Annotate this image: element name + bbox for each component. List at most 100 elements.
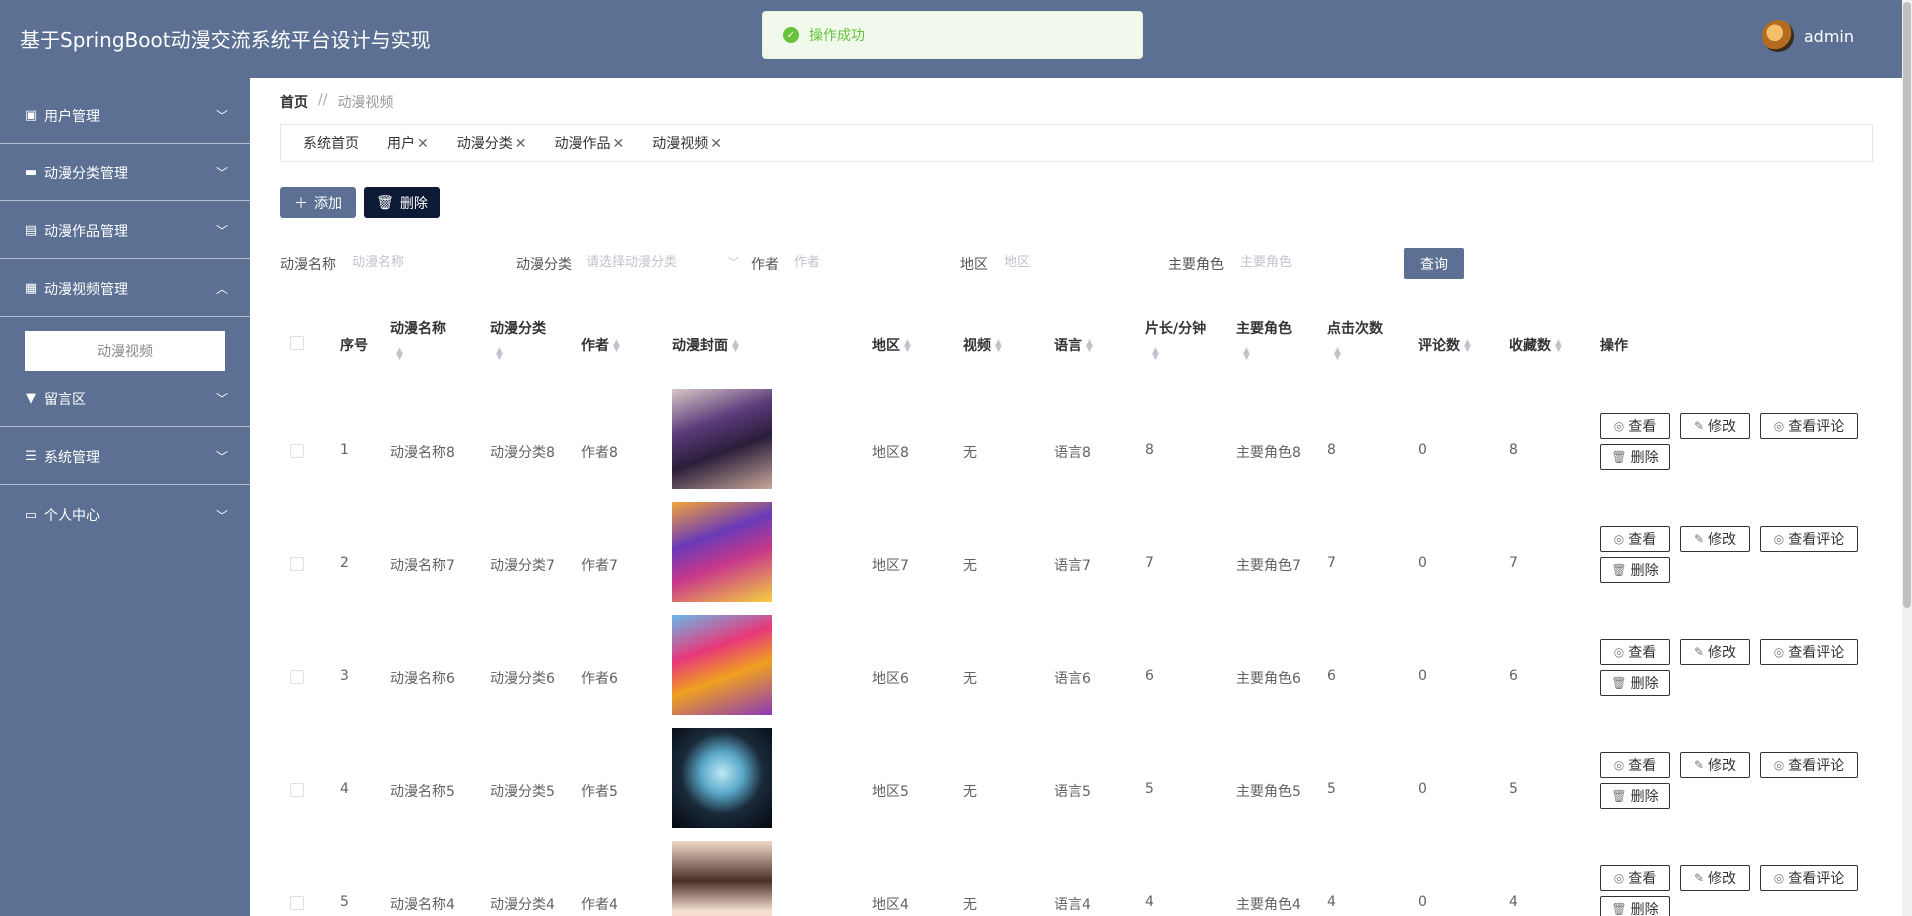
sort-icon[interactable]: ▲ ▼: [1555, 339, 1562, 354]
cell-region: 地区4: [872, 897, 909, 913]
row-checkbox[interactable]: [290, 557, 304, 571]
cover-image[interactable]: [672, 728, 772, 828]
chevron-down-icon[interactable]: ﹀: [728, 254, 739, 270]
col-name[interactable]: 动漫名称: [390, 318, 446, 338]
sort-icon[interactable]: ▲ ▼: [613, 339, 620, 354]
sort-icon[interactable]: ▲ ▼: [1334, 347, 1341, 362]
delete-row-button[interactable]: 🗑 删除: [1600, 896, 1670, 916]
sort-icon[interactable]: ▲ ▼: [396, 347, 403, 362]
batch-delete-button[interactable]: 🗑 删除: [364, 187, 440, 218]
col-language[interactable]: 语言 ▲ ▼: [1054, 335, 1093, 355]
sort-icon[interactable]: ▲ ▼: [1152, 347, 1159, 362]
close-icon[interactable]: ✕: [417, 136, 429, 152]
view-comments-button[interactable]: ◎ 查看评论: [1760, 413, 1858, 439]
cell-category: 动漫分类7: [490, 558, 555, 574]
col-length[interactable]: 片长/分钟: [1145, 318, 1206, 338]
tab-user[interactable]: 用户 ✕: [387, 133, 429, 153]
col-author[interactable]: 作者 ▲ ▼: [581, 335, 620, 355]
role-search-input[interactable]: [1240, 246, 1390, 278]
view-button[interactable]: ◎ 查看: [1600, 639, 1670, 665]
sidebar-item-personal-center[interactable]: ▭ 个人中心 ﹀: [0, 487, 250, 543]
tab-category[interactable]: 动漫分类 ✕: [457, 133, 527, 153]
category-select[interactable]: [586, 246, 736, 278]
delete-row-button[interactable]: 🗑 删除: [1600, 444, 1670, 470]
delete-row-button[interactable]: 🗑 删除: [1600, 557, 1670, 583]
author-search-input[interactable]: [794, 246, 944, 278]
edit-button[interactable]: ✎ 修改: [1680, 865, 1750, 891]
query-button[interactable]: 查询: [1404, 248, 1464, 279]
tab-works[interactable]: 动漫作品 ✕: [554, 133, 624, 153]
sort-icon[interactable]: ▲ ▼: [904, 339, 911, 354]
cover-image[interactable]: [672, 502, 772, 602]
col-region[interactable]: 地区 ▲ ▼: [872, 335, 911, 355]
sidebar-item-label: 个人中心: [44, 508, 100, 524]
cell-clicks: 4: [1327, 894, 1336, 910]
select-all-checkbox[interactable]: [290, 336, 304, 350]
col-clicks[interactable]: 点击次数: [1327, 318, 1383, 338]
cell-length: 4: [1145, 894, 1154, 910]
cell-region: 地区7: [872, 558, 909, 574]
row-checkbox[interactable]: [290, 783, 304, 797]
view-comments-button[interactable]: ◎ 查看评论: [1760, 639, 1858, 665]
name-search-input[interactable]: [352, 246, 502, 278]
edit-button[interactable]: ✎ 修改: [1680, 526, 1750, 552]
sort-icon[interactable]: ▲ ▼: [1243, 347, 1250, 362]
cell-favorites: 8: [1509, 442, 1518, 458]
close-icon[interactable]: ✕: [612, 136, 624, 152]
cover-image[interactable]: [672, 615, 772, 715]
col-video[interactable]: 视频 ▲ ▼: [963, 335, 1002, 355]
row-checkbox[interactable]: [290, 670, 304, 684]
add-button[interactable]: ＋ 添加: [280, 187, 356, 218]
cell-name: 动漫名称4: [390, 897, 455, 913]
view-comments-button[interactable]: ◎ 查看评论: [1760, 526, 1858, 552]
cell-length: 8: [1145, 442, 1154, 458]
col-category[interactable]: 动漫分类: [490, 318, 546, 338]
sidebar-item-message-board[interactable]: ▼ 留言区 ﹀: [0, 371, 250, 427]
view-button[interactable]: ◎ 查看: [1600, 865, 1670, 891]
row-checkbox[interactable]: [290, 444, 304, 458]
tab-video[interactable]: 动漫视频 ✕: [652, 133, 722, 153]
cover-image[interactable]: [672, 841, 772, 916]
close-icon[interactable]: ✕: [515, 136, 527, 152]
sidebar-item-category-management[interactable]: ▬ 动漫分类管理 ﹀: [0, 145, 250, 201]
view-comments-button-label: 查看评论: [1788, 419, 1845, 435]
sidebar-item-video-management[interactable]: ▦ 动漫视频管理 ︿: [0, 261, 250, 317]
tab-home[interactable]: 系统首页: [303, 133, 359, 153]
scrollbar-thumb[interactable]: [1903, 2, 1911, 608]
name-search-label: 动漫名称: [280, 257, 336, 273]
edit-button[interactable]: ✎ 修改: [1680, 413, 1750, 439]
delete-row-button[interactable]: 🗑 删除: [1600, 670, 1670, 696]
sort-icon[interactable]: ▲ ▼: [1464, 339, 1471, 354]
col-comments[interactable]: 评论数 ▲ ▼: [1418, 335, 1471, 355]
col-favorites[interactable]: 收藏数 ▲ ▼: [1509, 335, 1562, 355]
cover-image[interactable]: [672, 389, 772, 489]
user-name[interactable]: admin: [1804, 27, 1854, 46]
region-search-input[interactable]: [1004, 246, 1154, 278]
eye-icon: ◎: [1773, 758, 1785, 772]
avatar[interactable]: [1761, 20, 1794, 52]
sort-icon[interactable]: ▲ ▼: [496, 347, 503, 362]
view-comments-button[interactable]: ◎ 查看评论: [1760, 865, 1858, 891]
col-cover[interactable]: 动漫封面 ▲ ▼: [672, 335, 739, 355]
breadcrumb-home[interactable]: 首页: [280, 92, 308, 112]
view-button[interactable]: ◎ 查看: [1600, 752, 1670, 778]
delete-row-button[interactable]: 🗑 删除: [1600, 783, 1670, 809]
row-checkbox[interactable]: [290, 896, 304, 910]
sidebar-item-system-management[interactable]: ☰ 系统管理 ﹀: [0, 429, 250, 485]
page-scrollbar[interactable]: [1902, 0, 1912, 916]
sidebar-item-works-management[interactable]: ▤ 动漫作品管理 ﹀: [0, 203, 250, 259]
view-button[interactable]: ◎ 查看: [1600, 413, 1670, 439]
edit-icon: ✎: [1693, 419, 1705, 433]
col-role[interactable]: 主要角色: [1236, 318, 1292, 338]
user-menu[interactable]: admin: [1761, 20, 1854, 52]
sort-icon[interactable]: ▲ ▼: [1086, 339, 1093, 354]
sidebar-subitem-video[interactable]: 动漫视频: [25, 331, 225, 371]
sort-icon[interactable]: ▲ ▼: [995, 339, 1002, 354]
sidebar-item-user-management[interactable]: ▣ 用户管理 ﹀: [0, 88, 250, 144]
close-icon[interactable]: ✕: [710, 136, 722, 152]
sort-icon[interactable]: ▲ ▼: [732, 339, 739, 354]
edit-button[interactable]: ✎ 修改: [1680, 752, 1750, 778]
view-comments-button[interactable]: ◎ 查看评论: [1760, 752, 1858, 778]
view-button[interactable]: ◎ 查看: [1600, 526, 1670, 552]
edit-button[interactable]: ✎ 修改: [1680, 639, 1750, 665]
